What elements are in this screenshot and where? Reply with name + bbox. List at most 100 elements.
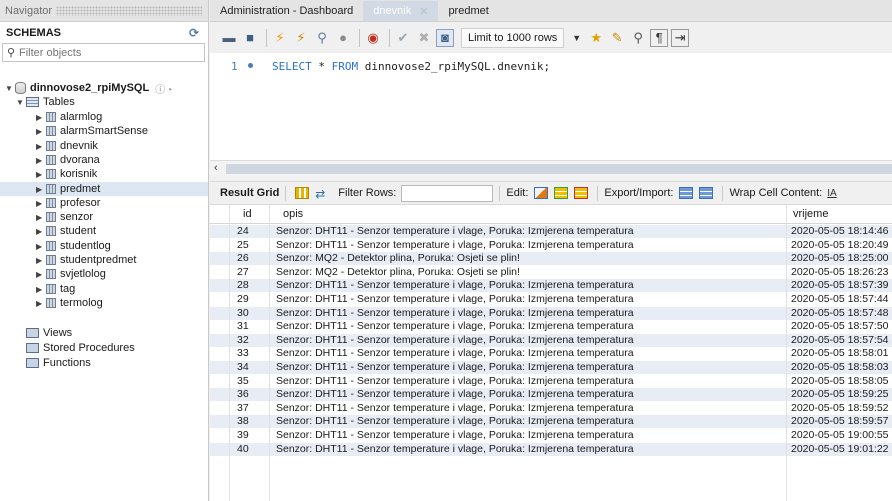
close-icon[interactable]: ✕: [419, 5, 428, 18]
wrap-lines-icon[interactable]: ⇥: [671, 28, 690, 47]
add-snippet-icon[interactable]: ★: [587, 29, 605, 47]
refresh-arrows-icon[interactable]: ⇄: [315, 187, 333, 201]
cell-id[interactable]: 24: [237, 225, 249, 238]
row-selector[interactable]: [210, 429, 228, 442]
collapsed-triangle-icon[interactable]: ▶: [36, 156, 46, 165]
row-selector[interactable]: [210, 375, 228, 388]
filter-objects-input[interactable]: [19, 46, 189, 59]
table-row[interactable]: 25 Senzor: DHT11 - Senzor temperature i v…: [210, 239, 892, 252]
cell-vrijeme[interactable]: 2020-05-05 18:57:48: [791, 307, 889, 320]
table-node-studentlog[interactable]: ▶ studentlog: [36, 239, 111, 253]
scroll-left-icon[interactable]: ‹: [214, 162, 218, 174]
table-row[interactable]: 29 Senzor: DHT11 - Senzor temperature i v…: [210, 293, 892, 306]
collapsed-triangle-icon[interactable]: ▶: [36, 142, 46, 151]
column-header-opis[interactable]: opis: [283, 208, 303, 220]
row-selector[interactable]: [210, 320, 228, 333]
cell-vrijeme[interactable]: 2020-05-05 18:57:50: [791, 320, 889, 333]
table-row[interactable]: 26 Senzor: MQ2 - Detektor plina, Poruka: …: [210, 252, 892, 265]
table-node-alarmlog[interactable]: ▶ alarmlog: [36, 110, 102, 124]
table-row[interactable]: 27 Senzor: MQ2 - Detektor plina, Poruka: …: [210, 266, 892, 279]
delete-row-icon[interactable]: [574, 187, 589, 199]
cell-opis[interactable]: Senzor: DHT11 - Senzor temperature i vla…: [276, 388, 634, 401]
row-selector[interactable]: [210, 347, 228, 360]
cell-opis[interactable]: Senzor: DHT11 - Senzor temperature i vla…: [276, 334, 634, 347]
cell-id[interactable]: 36: [237, 388, 249, 401]
table-node-termolog[interactable]: ▶ termolog: [36, 296, 103, 310]
expanded-triangle-icon[interactable]: ▼: [16, 98, 26, 107]
table-node-senzor[interactable]: ▶ senzor: [36, 210, 93, 224]
tab-administration-dashboard[interactable]: Administration - Dashboard: [210, 1, 363, 21]
cell-vrijeme[interactable]: 2020-05-05 18:20:49: [791, 239, 889, 252]
collapsed-triangle-icon[interactable]: ▶: [36, 213, 46, 222]
table-row[interactable]: 38 Senzor: DHT11 - Senzor temperature i v…: [210, 415, 892, 428]
cell-opis[interactable]: Senzor: DHT11 - Senzor temperature i vla…: [276, 375, 634, 388]
cell-opis[interactable]: Senzor: MQ2 - Detektor plina, Poruka: Os…: [276, 252, 520, 265]
edit-row-icon[interactable]: [534, 187, 549, 199]
cell-vrijeme[interactable]: 2020-05-05 18:59:25: [791, 388, 889, 401]
execute-current-icon[interactable]: ⚡: [292, 29, 310, 47]
table-node-profesor[interactable]: ▶ profesor: [36, 196, 100, 210]
open-file-icon[interactable]: ▬: [220, 29, 238, 47]
cell-vrijeme[interactable]: 2020-05-05 18:58:05: [791, 375, 889, 388]
row-selector[interactable]: [210, 361, 228, 374]
collapsed-triangle-icon[interactable]: ▶: [36, 170, 46, 179]
table-node-svjetlolog[interactable]: ▶ svjetlolog: [36, 267, 106, 281]
invisible-chars-icon[interactable]: ¶: [650, 28, 669, 47]
cell-vrijeme[interactable]: 2020-05-05 18:58:01: [791, 347, 889, 360]
collapsed-triangle-icon[interactable]: ▶: [36, 113, 46, 122]
table-row[interactable]: 32 Senzor: DHT11 - Senzor temperature i v…: [210, 334, 892, 347]
stored-procedures-node[interactable]: Stored Procedures: [26, 341, 135, 355]
table-node-studentpredmet[interactable]: ▶ studentpredmet: [36, 253, 136, 267]
collapsed-triangle-icon[interactable]: ▶: [36, 127, 46, 136]
collapsed-triangle-icon[interactable]: ▶: [36, 256, 46, 265]
cell-opis[interactable]: Senzor: DHT11 - Senzor temperature i vla…: [276, 443, 634, 456]
collapsed-triangle-icon[interactable]: ▶: [36, 242, 46, 251]
table-row[interactable]: 24 Senzor: DHT11 - Senzor temperature i v…: [210, 225, 892, 238]
collapsed-triangle-icon[interactable]: ▶: [36, 199, 46, 208]
cell-vrijeme[interactable]: 2020-05-05 18:57:54: [791, 334, 889, 347]
autocommit-icon[interactable]: ◙: [436, 28, 454, 47]
table-row[interactable]: 33 Senzor: DHT11 - Senzor temperature i v…: [210, 347, 892, 360]
table-node-dvorana[interactable]: ▶ dvorana: [36, 153, 100, 167]
cell-opis[interactable]: Senzor: DHT11 - Senzor temperature i vla…: [276, 225, 634, 238]
tab-predmet[interactable]: predmet: [438, 1, 498, 21]
cell-vrijeme[interactable]: 2020-05-05 18:59:52: [791, 402, 889, 415]
schema-info-icons[interactable]: ⓘ◔: [155, 81, 173, 96]
cell-id[interactable]: 39: [237, 429, 249, 442]
result-grid[interactable]: id opis vrijeme 24 Senzor: DHT11 - Senzor…: [210, 205, 892, 501]
insert-row-icon[interactable]: [554, 187, 569, 199]
column-header-vrijeme[interactable]: vrijeme: [793, 208, 828, 220]
cell-opis[interactable]: Senzor: DHT11 - Senzor temperature i vla…: [276, 320, 634, 333]
commit-icon[interactable]: ✔: [394, 29, 412, 47]
cell-vrijeme[interactable]: 2020-05-05 18:26:23: [791, 266, 889, 279]
collapsed-triangle-icon[interactable]: ▶: [36, 270, 46, 279]
cell-id[interactable]: 31: [237, 320, 249, 333]
row-selector[interactable]: [210, 293, 228, 306]
views-node[interactable]: Views: [26, 326, 72, 340]
row-selector[interactable]: [210, 307, 228, 320]
editor-horizontal-scrollbar[interactable]: ‹: [210, 160, 892, 176]
cell-id[interactable]: 30: [237, 307, 249, 320]
import-icon[interactable]: [699, 187, 714, 199]
row-selector[interactable]: [210, 443, 228, 456]
cell-vrijeme[interactable]: 2020-05-05 18:57:39: [791, 279, 889, 292]
stop-icon[interactable]: ●: [334, 29, 352, 47]
cell-opis[interactable]: Senzor: DHT11 - Senzor temperature i vla…: [276, 279, 634, 292]
row-selector[interactable]: [210, 239, 228, 252]
row-selector[interactable]: [210, 388, 228, 401]
cell-opis[interactable]: Senzor: MQ2 - Detektor plina, Poruka: Os…: [276, 266, 520, 279]
row-selector[interactable]: [210, 279, 228, 292]
row-selector[interactable]: [210, 225, 228, 238]
table-node-tag[interactable]: ▶ tag: [36, 282, 75, 296]
cell-opis[interactable]: Senzor: DHT11 - Senzor temperature i vla…: [276, 415, 634, 428]
cell-opis[interactable]: Senzor: DHT11 - Senzor temperature i vla…: [276, 429, 634, 442]
table-row[interactable]: 40 Senzor: DHT11 - Senzor temperature i v…: [210, 443, 892, 456]
execute-icon[interactable]: ⚡: [271, 29, 289, 47]
stop-on-error-icon[interactable]: ◉: [364, 29, 382, 47]
cell-id[interactable]: 25: [237, 239, 249, 252]
grid-view-icon[interactable]: [295, 187, 310, 199]
cell-vrijeme[interactable]: 2020-05-05 19:01:22: [791, 443, 889, 456]
table-row[interactable]: 39 Senzor: DHT11 - Senzor temperature i v…: [210, 429, 892, 442]
cell-id[interactable]: 40: [237, 443, 249, 456]
tab-dnevnik[interactable]: dnevnik ✕: [363, 1, 439, 21]
